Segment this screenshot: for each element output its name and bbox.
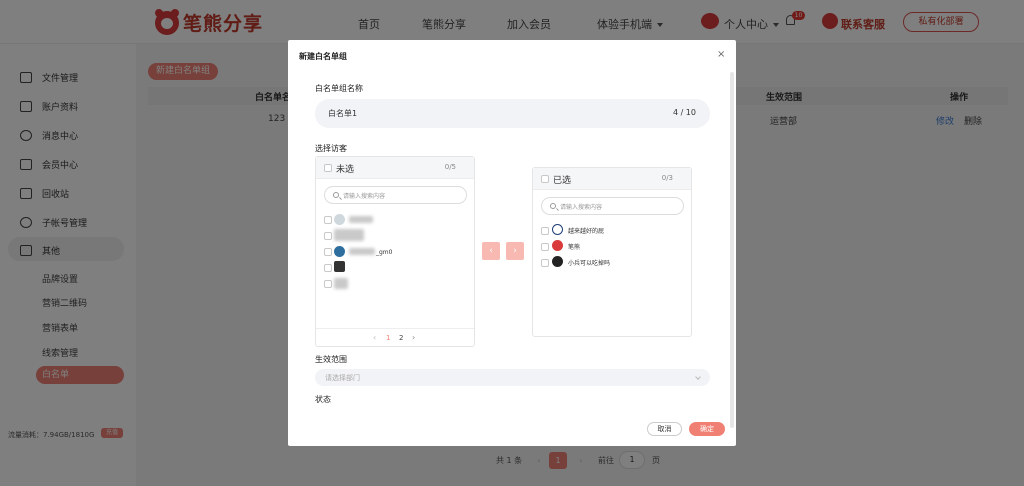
search-placeholder: 请输入搜索内容 xyxy=(343,193,386,200)
pager-page-2[interactable]: 2 xyxy=(399,334,403,342)
avatar xyxy=(334,214,345,225)
item-checkbox[interactable] xyxy=(324,280,332,288)
avatar xyxy=(334,261,345,272)
selected-count: 0/3 xyxy=(661,174,673,182)
unselected-panel-header: 未选 0/5 xyxy=(316,157,474,179)
chevron-down-icon xyxy=(695,374,701,380)
selected-panel: 已选 0/3 请输入搜索内容 越来越好的屁 笔熊 小兵可以吃掉吗 xyxy=(532,167,692,337)
blurred-name xyxy=(334,278,348,289)
search-icon xyxy=(550,203,556,209)
blurred-name xyxy=(349,248,375,255)
close-icon[interactable]: × xyxy=(717,49,725,60)
item-checkbox[interactable] xyxy=(541,227,549,235)
dialog-title: 新建白名单组 xyxy=(299,52,347,61)
group-name-label: 白名单组名称 xyxy=(315,84,363,93)
item-checkbox[interactable] xyxy=(541,259,549,267)
confirm-button[interactable]: 确定 xyxy=(689,422,725,436)
selected-item-name: 笔熊 xyxy=(568,244,581,251)
avatar xyxy=(552,224,563,235)
unselected-panel: 未选 0/5 请输入搜索内容 _gm0 ‹ 1 2 › xyxy=(315,156,475,347)
move-right-arrow-icon[interactable]: › xyxy=(506,242,524,260)
avatar xyxy=(552,240,563,251)
select-all-checkbox[interactable] xyxy=(541,175,549,183)
status-label: 状态 xyxy=(315,395,331,404)
move-left-arrow-icon[interactable]: ‹ xyxy=(482,242,500,260)
selected-panel-header: 已选 0/3 xyxy=(533,168,691,190)
select-visitor-label: 选择访客 xyxy=(315,144,347,153)
select-all-checkbox[interactable] xyxy=(324,164,332,172)
item-checkbox[interactable] xyxy=(324,232,332,240)
department-placeholder: 请选择部门 xyxy=(325,374,360,382)
search-placeholder: 请输入搜索内容 xyxy=(560,204,603,211)
department-select[interactable]: 请选择部门 xyxy=(315,369,710,386)
group-name-input[interactable]: 白名单1 4 / 10 xyxy=(315,99,710,128)
visitor-name-suffix: _gm0 xyxy=(376,249,393,256)
group-name-char-count: 4 / 10 xyxy=(672,108,696,117)
item-checkbox[interactable] xyxy=(324,248,332,256)
dialog-scrollbar[interactable] xyxy=(730,72,734,428)
item-checkbox[interactable] xyxy=(324,216,332,224)
pager-next-icon[interactable]: › xyxy=(412,333,415,342)
group-name-value: 白名单1 xyxy=(328,109,358,118)
item-checkbox[interactable] xyxy=(324,264,332,272)
cancel-button[interactable]: 取消 xyxy=(647,422,682,436)
selected-title: 已选 xyxy=(553,176,572,186)
selected-item-name: 小兵可以吃掉吗 xyxy=(568,260,611,267)
scope-label: 生效范围 xyxy=(315,355,347,364)
selected-search-input[interactable]: 请输入搜索内容 xyxy=(541,197,684,215)
unselected-title: 未选 xyxy=(336,165,355,175)
pager-prev-icon[interactable]: ‹ xyxy=(373,333,376,342)
item-checkbox[interactable] xyxy=(541,243,549,251)
blurred-name xyxy=(334,229,364,241)
avatar xyxy=(334,246,345,257)
avatar xyxy=(552,256,563,267)
blurred-name xyxy=(349,216,373,223)
new-whitelist-dialog: 新建白名单组 × 白名单组名称 白名单1 4 / 10 选择访客 未选 0/5 … xyxy=(288,40,736,446)
search-icon xyxy=(333,192,339,198)
pager-page-1[interactable]: 1 xyxy=(386,334,390,342)
unselected-pager: ‹ 1 2 › xyxy=(316,328,474,346)
unselected-count: 0/5 xyxy=(444,163,456,171)
selected-item-name: 越来越好的屁 xyxy=(568,228,605,235)
unselected-search-input[interactable]: 请输入搜索内容 xyxy=(324,186,467,204)
